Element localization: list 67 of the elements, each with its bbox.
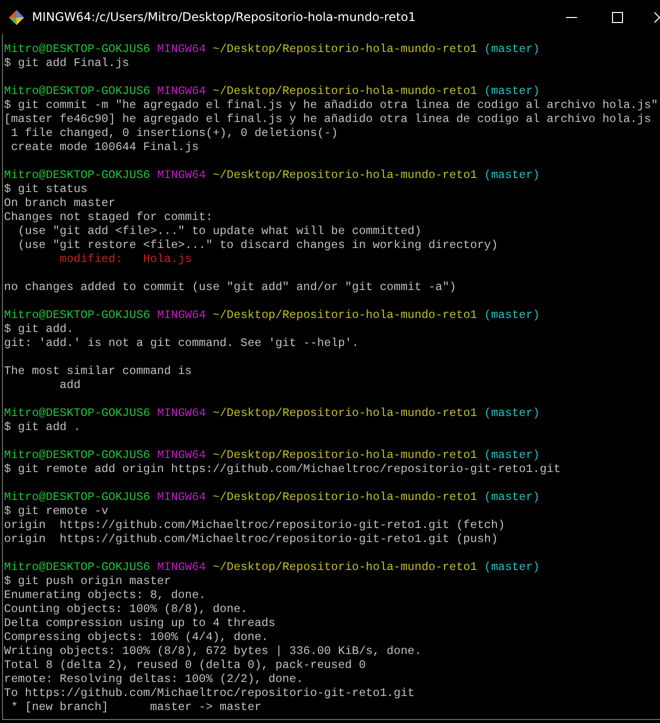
window-title: MINGW64:/c/Users/Mitro/Desktop/Repositorio-hola-mundo-reto1 [32,10,417,24]
output-line: Enumerating objects: 8, done. [4,589,206,602]
command-line: $ git add. [4,323,74,336]
output-line: Counting objects: 100% (8/8), done. [4,603,248,616]
prompt-path: ~/Desktop/Repositorio-hola-mundo-reto1 [212,561,478,574]
output-line: add [58,379,81,392]
prompt-branch: (master) [484,85,540,98]
prompt-branch: (master) [484,169,540,182]
prompt-path: ~/Desktop/Repositorio-hola-mundo-reto1 [212,309,478,322]
prompt-shell: MINGW64 [157,43,206,56]
output-line: no changes added to commit (use "git add" and/or "git commit -a") [4,281,456,294]
command-line: $ git add Final.js [4,57,130,70]
output-line: Total 8 (delta 2), reused 0 (delta 0), pack-reused 0 [4,659,366,672]
prompt-branch: (master) [484,407,540,420]
command-line: $ git add . [4,421,81,434]
prompt-shell: MINGW64 [157,491,206,504]
prompt-shell: MINGW64 [157,85,206,98]
output-line: On branch master [4,197,116,210]
output-line: origin https://github.com/Michaeltroc/repositorio-git-reto1.git (push) [4,533,498,546]
output-line: remote: Resolving deltas: 100% (2/2), done. [4,673,304,686]
prompt-shell: MINGW64 [157,407,206,420]
close-icon [654,12,660,22]
prompt-path: ~/Desktop/Repositorio-hola-mundo-reto1 [212,43,478,56]
prompt-user-host: Mitro@DESKTOP-GOKJUS6 [4,43,150,56]
output-line: 1 file changed, 0 insertions(+), 0 deletions(-) [10,127,338,140]
command-line: $ git remote -v [4,505,108,518]
output-line: Delta compression using up to 4 threads [4,617,276,630]
prompt-branch: (master) [484,449,540,462]
command-line: $ git commit -m "he agregado el final.js y he añadido otra linea de codigo al archivo hola.js" [4,99,658,112]
prompt-shell: MINGW64 [157,169,206,182]
prompt-path: ~/Desktop/Repositorio-hola-mundo-reto1 [212,169,478,182]
output-line: (use "git add <file>..." to update what will be committed) [16,225,422,238]
prompt-user-host: Mitro@DESKTOP-GOKJUS6 [4,449,150,462]
prompt-path: ~/Desktop/Repositorio-hola-mundo-reto1 [212,449,478,462]
output-line: Changes not staged for commit: [4,211,213,224]
output-line: Writing objects: 100% (8/8), 672 bytes | 336.00 KiB/s, done. [4,645,422,658]
prompt-shell: MINGW64 [157,309,206,322]
output-line: (use "git restore <file>..." to discard changes in working directory) [16,239,498,252]
output-line: The most similar command is [4,365,192,378]
prompt-path: ~/Desktop/Repositorio-hola-mundo-reto1 [212,407,478,420]
prompt-shell: MINGW64 [157,561,206,574]
prompt-user-host: Mitro@DESKTOP-GOKJUS6 [4,491,150,504]
command-line: $ git status [4,183,88,196]
command-line: $ git push origin master [4,575,171,588]
prompt-path: ~/Desktop/Repositorio-hola-mundo-reto1 [212,491,478,504]
prompt-path: ~/Desktop/Repositorio-hola-mundo-reto1 [212,85,478,98]
prompt-shell: MINGW64 [157,449,206,462]
prompt-user-host: Mitro@DESKTOP-GOKJUS6 [4,561,150,574]
output-line: [master fe46c90] he agregado el final.js y he añadido otra linea de codigo al archivo hola.js [4,113,652,126]
prompt-user-host: Mitro@DESKTOP-GOKJUS6 [4,169,150,182]
command-line: $ git remote add origin https://github.com/Michaeltroc/repositorio-git-reto1.git [4,463,561,476]
output-line: Compressing objects: 100% (4/4), done. [4,631,268,644]
output-line: create mode 100644 Final.js [10,141,199,154]
prompt-branch: (master) [484,491,540,504]
modified-file-line: modified: Hola.js [58,253,192,266]
output-line: To https://github.com/Michaeltroc/repositorio-git-reto1.git [4,687,414,700]
prompt-branch: (master) [484,561,540,574]
app-logo-icon [9,10,24,24]
output-line: origin https://github.com/Michaeltroc/repositorio-git-reto1.git (fetch) [4,519,505,532]
prompt-user-host: Mitro@DESKTOP-GOKJUS6 [4,407,150,420]
prompt-branch: (master) [484,309,540,322]
prompt-user-host: Mitro@DESKTOP-GOKJUS6 [4,85,150,98]
prompt-user-host: Mitro@DESKTOP-GOKJUS6 [4,309,150,322]
output-line: * [new branch] master -> master [10,701,262,714]
output-line: git: 'add.' is not a git command. See 'git --help'. [4,337,359,350]
maximize-icon [612,12,622,22]
prompt-branch: (master) [484,43,540,56]
